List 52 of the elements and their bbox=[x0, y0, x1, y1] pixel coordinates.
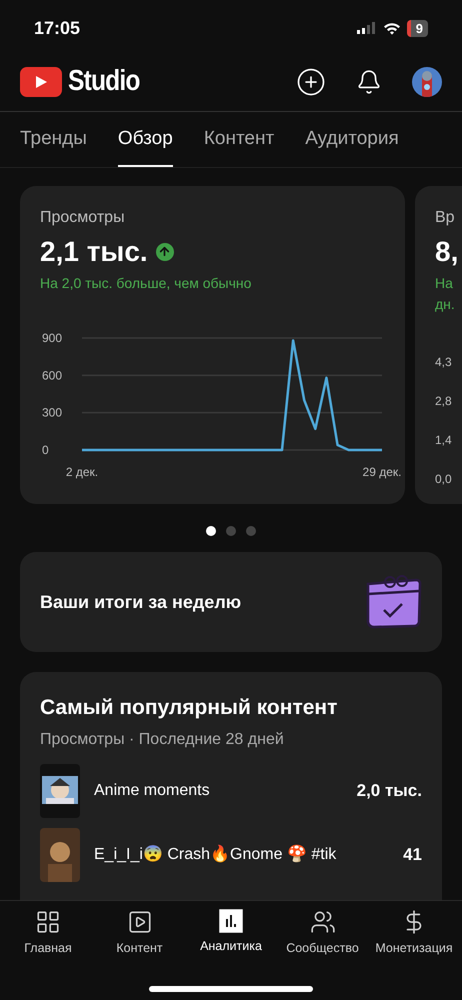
logo-text: Studio bbox=[68, 64, 140, 99]
popular-subtitle: Просмотры · Последние 28 дней bbox=[40, 730, 285, 750]
view-count: 41 bbox=[403, 844, 422, 866]
metric-title: Просмотры bbox=[40, 208, 126, 228]
metric-note: На bbox=[435, 274, 454, 293]
metric-value: 8, bbox=[435, 235, 458, 269]
content-title: E_i_I_i😨 Crash🔥Gnome 🍄 #tik bbox=[94, 844, 338, 864]
signal-icon bbox=[356, 22, 377, 34]
metric-value: 2,1 тыс. bbox=[40, 235, 148, 269]
notifications-button[interactable] bbox=[356, 68, 382, 94]
axis-label: 2,8 bbox=[435, 393, 453, 410]
weekly-card[interactable]: Ваши итоги за неделю bbox=[20, 552, 442, 652]
nav-item[interactable]: Контент bbox=[96, 909, 184, 958]
axis-label: 0,0 bbox=[435, 471, 453, 488]
weekly-title: Ваши итоги за неделю bbox=[40, 590, 242, 614]
tab[interactable]: Аудитория bbox=[305, 112, 399, 167]
metric-note: На 2,0 тыс. больше, чем обычно bbox=[40, 274, 252, 293]
nav-item[interactable]: Монетизация bbox=[370, 909, 458, 958]
grid-icon bbox=[35, 909, 61, 935]
wifi-icon bbox=[382, 22, 401, 34]
nav-item[interactable]: Аналитика bbox=[187, 909, 275, 958]
view-count: 2,0 тыс. bbox=[356, 780, 422, 802]
nav-item[interactable]: Сообщество bbox=[278, 909, 366, 958]
play-icon bbox=[126, 909, 152, 935]
axis-label: 600 bbox=[42, 368, 62, 382]
content-title: Anime moments bbox=[94, 780, 211, 800]
content-row[interactable]: Anime moments 2,0 тыс. bbox=[40, 764, 422, 818]
axis-label: 4,3 bbox=[435, 354, 453, 371]
battery-level: 9 bbox=[406, 20, 428, 36]
tab[interactable]: Обзор bbox=[118, 112, 173, 167]
axis-label: 29 дек. bbox=[362, 465, 402, 479]
axis-label: 2 дек. bbox=[66, 465, 98, 479]
metric-card[interactable]: Просмотры 2,1 тыс. На 2,0 тыс. больше, чем обычно 0 300 600 900 2 дек. 29 дек. bbox=[20, 186, 405, 504]
metric-card[interactable]: Вр 8, На дн. 4,3 2,8 1,4 0,0 bbox=[415, 186, 462, 504]
tab[interactable]: Контент bbox=[204, 112, 274, 167]
axis-label: 300 bbox=[42, 406, 62, 420]
status-time: 17:05 bbox=[34, 16, 80, 40]
metric-note: дн. bbox=[435, 295, 456, 314]
tab[interactable]: Тренды bbox=[20, 112, 87, 167]
content-row[interactable]: E_i_I_i😨 Crash🔥Gnome 🍄 #tik 41 bbox=[40, 828, 422, 882]
axis-label: 0 bbox=[42, 443, 49, 457]
axis-label: 900 bbox=[42, 331, 62, 345]
create-button[interactable] bbox=[296, 66, 326, 96]
calendar-check-icon bbox=[364, 574, 422, 630]
metric-title: Вр bbox=[435, 208, 456, 228]
popular-title: Самый популярный контент bbox=[40, 695, 338, 721]
axis-label: 1,4 bbox=[435, 432, 453, 449]
studio-logo[interactable]: Studio bbox=[20, 60, 152, 104]
bar-chart-icon bbox=[219, 909, 243, 933]
play-logo-icon bbox=[20, 66, 62, 96]
people-icon bbox=[310, 909, 336, 935]
nav-item[interactable]: Главная bbox=[4, 909, 92, 958]
